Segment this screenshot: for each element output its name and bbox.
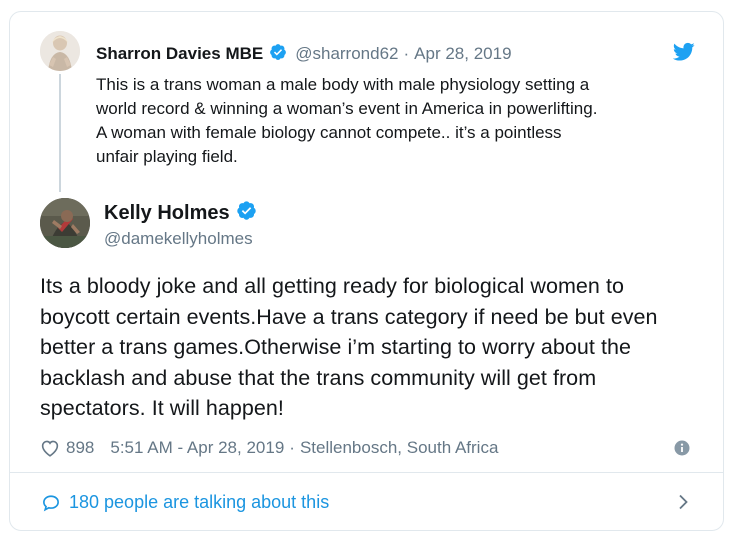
- conversation-footer[interactable]: 180 people are talking about this: [10, 473, 723, 529]
- parent-text-line: A woman with female biology cannot compe…: [96, 123, 562, 142]
- speech-bubble-icon: [43, 495, 59, 512]
- verified-badge-icon: [236, 200, 257, 226]
- main-text-line: spectators. It will happen!: [40, 396, 284, 420]
- parent-separator: ·: [403, 44, 410, 63]
- kelly-holmes-avatar[interactable]: [40, 198, 90, 248]
- parent-tweet-text: This is a trans woman a male body with m…: [96, 73, 686, 169]
- main-display-name[interactable]: Kelly Holmes: [104, 202, 230, 225]
- info-icon[interactable]: [674, 440, 690, 456]
- tweet-meta-row: 898 5:51 AM - Apr 28, 2019 · Stellenbosc…: [40, 436, 498, 460]
- thread-connector-line: [59, 74, 61, 192]
- main-tweet-text: Its a bloody joke and all getting ready …: [40, 271, 705, 424]
- heart-icon[interactable]: [40, 439, 60, 457]
- meta-separator: ·: [289, 438, 295, 457]
- parent-text-line: This is a trans woman a male body with m…: [96, 75, 590, 94]
- main-tweet-header: Kelly Holmes: [104, 200, 257, 226]
- parent-display-name[interactable]: Sharron Davies MBE: [96, 44, 263, 64]
- main-text-line: boycott certain events.Have a trans cate…: [40, 304, 658, 329]
- like-count[interactable]: 898: [66, 438, 94, 458]
- verified-badge-icon: [269, 43, 287, 66]
- chevron-right-icon[interactable]: [678, 494, 688, 510]
- parent-tweet-header: Sharron Davies MBE @sharrond62 · Apr 28,…: [96, 42, 512, 66]
- parent-text-line: world record & winning a woman’s event i…: [96, 99, 598, 118]
- main-handle[interactable]: @damekellyholmes: [104, 229, 253, 249]
- main-text-line: Its a bloody joke and all getting ready …: [40, 274, 624, 298]
- sharron-davies-avatar[interactable]: [40, 31, 80, 71]
- main-text-line: better a trans games.Otherwise i’m start…: [40, 335, 632, 359]
- parent-handle[interactable]: @sharrond62: [295, 44, 398, 64]
- main-text-line: backlash and abuse that the trans commun…: [40, 365, 597, 390]
- twitter-bird-icon[interactable]: [673, 42, 695, 62]
- parent-text-line: unfair playing field.: [96, 147, 238, 166]
- tweet-timestamp[interactable]: 5:51 AM - Apr 28, 2019: [110, 438, 284, 458]
- tweet-location[interactable]: Stellenbosch, South Africa: [300, 438, 498, 458]
- conversation-link[interactable]: 180 people are talking about this: [69, 492, 329, 513]
- parent-date[interactable]: Apr 28, 2019: [414, 44, 511, 64]
